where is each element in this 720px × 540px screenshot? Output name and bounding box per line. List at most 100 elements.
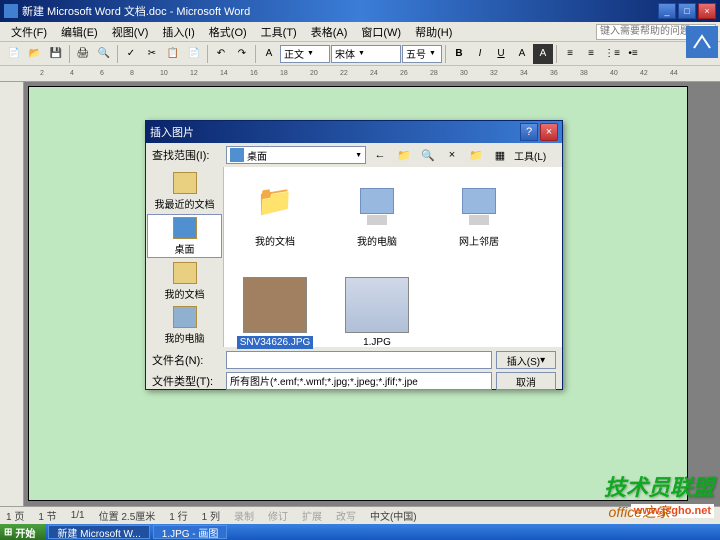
menu-view[interactable]: 视图(V) <box>105 22 156 42</box>
style-icon[interactable]: A <box>259 44 279 64</box>
font-size-dropdown[interactable]: 五号▼ <box>402 45 442 63</box>
task-item-word[interactable]: 新建 Microsoft W... <box>48 525 149 539</box>
copy-icon[interactable]: 📋 <box>163 44 183 64</box>
menu-table[interactable]: 表格(A) <box>304 22 355 42</box>
save-icon[interactable]: 💾 <box>46 44 66 64</box>
insert-button[interactable]: 插入(S) ▾ <box>496 351 556 369</box>
network-item[interactable]: 网上邻居 <box>434 173 524 253</box>
cancel-button[interactable]: 取消 <box>496 372 556 390</box>
desktop-place-icon <box>173 217 197 239</box>
network-icon <box>447 173 511 229</box>
file-item[interactable]: 1.JPG <box>332 277 422 357</box>
menu-bar: 文件(F) 编辑(E) 视图(V) 插入(I) 格式(O) 工具(T) 表格(A… <box>0 22 720 42</box>
status-page-total: 1/1 <box>71 510 85 521</box>
watermark-text: 技术员联盟 <box>604 470 714 502</box>
status-page: 1 页 <box>6 508 24 523</box>
vertical-ruler[interactable] <box>0 82 24 506</box>
undo-icon[interactable]: ↶ <box>211 44 231 64</box>
taskbar: ⊞ 开始 新建 Microsoft W... 1.JPG - 画图 <box>0 524 720 540</box>
file-list[interactable]: 📁 我的文档 我的电脑 网上邻居 SNV34626.JPG 1.JPG <box>224 167 562 347</box>
window-title: 新建 Microsoft Word 文档.doc - Microsoft Wor… <box>22 3 656 19</box>
numbering-icon[interactable]: ⋮≡ <box>602 44 622 64</box>
status-position: 位置 2.5厘米 <box>99 508 156 523</box>
delete-icon[interactable]: × <box>442 145 462 165</box>
menu-file[interactable]: 文件(F) <box>4 22 54 42</box>
menu-edit[interactable]: 编辑(E) <box>54 22 105 42</box>
menu-insert[interactable]: 插入(I) <box>155 22 201 42</box>
standard-toolbar: 📄 📂 💾 🖨 🔍 ✓ ✂ 📋 📄 ↶ ↷ A 正文▼ 宋体▼ 五号▼ B I … <box>0 42 720 66</box>
filename-input[interactable] <box>226 351 492 369</box>
bullets-icon[interactable]: •≡ <box>623 44 643 64</box>
font-border-icon[interactable]: A <box>512 44 532 64</box>
spellcheck-icon[interactable]: ✓ <box>121 44 141 64</box>
menu-window[interactable]: 窗口(W) <box>354 22 408 42</box>
align-center-icon[interactable]: ≡ <box>581 44 601 64</box>
style-dropdown[interactable]: 正文▼ <box>280 45 330 63</box>
bold-icon[interactable]: B <box>449 44 469 64</box>
desktop-icon <box>230 148 244 162</box>
char-shading-icon[interactable]: A <box>533 44 553 64</box>
computer-item[interactable]: 我的电脑 <box>332 173 422 253</box>
place-mydocs[interactable]: 我的文档 <box>146 259 223 303</box>
status-rev[interactable]: 修订 <box>268 508 288 523</box>
places-bar: 我最近的文档 桌面 我的文档 我的电脑 <box>146 167 224 347</box>
start-button[interactable]: ⊞ 开始 <box>0 524 45 540</box>
image-thumbnail <box>243 277 307 333</box>
filename-label: 文件名(N): <box>152 352 222 368</box>
status-rec[interactable]: 录制 <box>234 508 254 523</box>
new-doc-icon[interactable]: 📄 <box>4 44 24 64</box>
place-desktop[interactable]: 桌面 <box>147 214 222 258</box>
print-icon[interactable]: 🖨 <box>73 44 93 64</box>
up-folder-icon[interactable]: 📁 <box>394 145 414 165</box>
task-item-paint[interactable]: 1.JPG - 画图 <box>153 525 228 539</box>
filetype-label: 文件类型(T): <box>152 373 222 389</box>
status-column: 1 列 <box>202 508 220 523</box>
status-line: 1 行 <box>169 508 187 523</box>
look-in-label: 查找范围(I): <box>152 147 222 163</box>
search-web-icon[interactable]: 🔍 <box>418 145 438 165</box>
horizontal-ruler[interactable]: 2468101214161820222426283032343638404244 <box>0 66 720 82</box>
paste-icon[interactable]: 📄 <box>184 44 204 64</box>
watermark-logo-icon <box>686 26 718 58</box>
new-folder-icon[interactable]: 📁 <box>466 145 486 165</box>
open-icon[interactable]: 📂 <box>25 44 45 64</box>
filetype-dropdown[interactable]: 所有图片(*.emf;*.wmf;*.jpg;*.jpeg;*.jfif;*.j… <box>226 372 492 390</box>
watermark-brand: office之家 <box>609 502 670 522</box>
file-item-selected[interactable]: SNV34626.JPG <box>230 277 320 357</box>
maximize-button[interactable]: □ <box>678 3 696 19</box>
image-thumbnail <box>345 277 409 333</box>
menu-help[interactable]: 帮助(H) <box>408 22 459 42</box>
dialog-help-button[interactable]: ? <box>520 123 538 141</box>
views-icon[interactable]: ▦ <box>490 145 510 165</box>
place-mycomputer[interactable]: 我的电脑 <box>146 303 223 347</box>
redo-icon[interactable]: ↷ <box>232 44 252 64</box>
cut-icon[interactable]: ✂ <box>142 44 162 64</box>
mycomputer-icon <box>173 306 197 328</box>
minimize-button[interactable]: _ <box>658 3 676 19</box>
status-section: 1 节 <box>38 508 56 523</box>
computer-icon <box>345 173 409 229</box>
app-icon <box>4 4 18 18</box>
folder-item[interactable]: 📁 我的文档 <box>230 173 320 253</box>
folder-icon: 📁 <box>256 184 293 219</box>
print-preview-icon[interactable]: 🔍 <box>94 44 114 64</box>
underline-icon[interactable]: U <box>491 44 511 64</box>
align-left-icon[interactable]: ≡ <box>560 44 580 64</box>
status-lang[interactable]: 中文(中国) <box>370 508 417 523</box>
italic-icon[interactable]: I <box>470 44 490 64</box>
close-button[interactable]: × <box>698 3 716 19</box>
location-dropdown[interactable]: 桌面 ▼ <box>226 146 366 164</box>
menu-tools[interactable]: 工具(T) <box>254 22 304 42</box>
mydocs-icon <box>173 262 197 284</box>
place-recent[interactable]: 我最近的文档 <box>146 169 223 213</box>
dialog-close-button[interactable]: × <box>540 123 558 141</box>
status-ext[interactable]: 扩展 <box>302 508 322 523</box>
insert-picture-dialog: 插入图片 ? × 查找范围(I): 桌面 ▼ ← 📁 🔍 × 📁 ▦ 工具(L)… <box>145 120 563 390</box>
dialog-title: 插入图片 <box>150 124 518 140</box>
tools-menu[interactable]: 工具(L) <box>514 148 546 163</box>
menu-format[interactable]: 格式(O) <box>202 22 254 42</box>
status-ovr[interactable]: 改写 <box>336 508 356 523</box>
font-dropdown[interactable]: 宋体▼ <box>331 45 401 63</box>
windows-logo-icon: ⊞ <box>4 527 12 538</box>
back-icon[interactable]: ← <box>370 145 390 165</box>
